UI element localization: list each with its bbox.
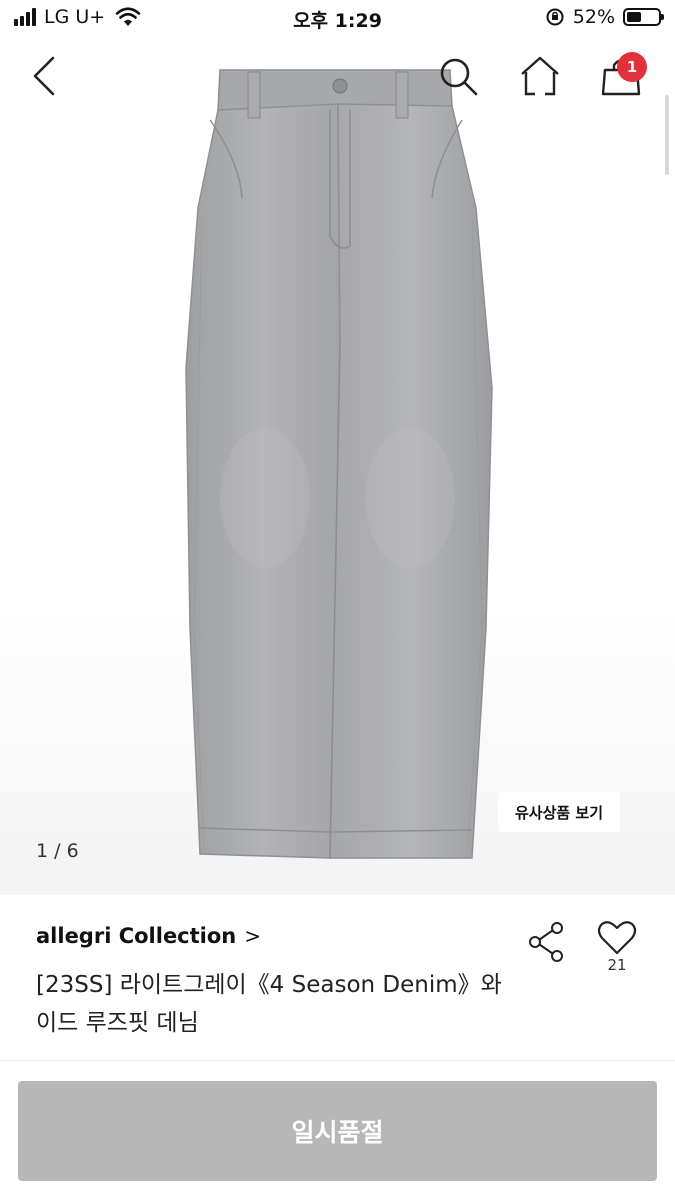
search-button[interactable] bbox=[436, 54, 480, 98]
scroll-indicator bbox=[665, 95, 669, 175]
product-title-line: [23SS] 라이트그레이《4 Season Denim》와 bbox=[36, 972, 502, 998]
product-image[interactable] bbox=[0, 0, 675, 895]
share-button[interactable] bbox=[526, 920, 568, 964]
brand-link[interactable]: allegri Collection > bbox=[36, 924, 261, 948]
chevron-right-icon: > bbox=[244, 924, 262, 948]
divider bbox=[0, 1060, 675, 1061]
home-button[interactable] bbox=[518, 54, 562, 98]
battery-icon bbox=[623, 8, 664, 26]
similar-products-button[interactable]: 유사상품 보기 bbox=[498, 792, 620, 832]
product-title: [23SS] 라이트그레이《4 Season Denim》와 이드 루즈핏 데님 bbox=[36, 966, 536, 1042]
bottom-action-bar: 일시품절 bbox=[0, 1064, 675, 1200]
back-icon bbox=[33, 56, 55, 96]
brand-name: allegri Collection bbox=[36, 924, 237, 948]
like-count: 21 bbox=[607, 956, 627, 974]
back-button[interactable] bbox=[22, 54, 66, 98]
heart-icon bbox=[597, 921, 637, 955]
battery-percent: 52% bbox=[572, 6, 615, 28]
cart-count-badge: 1 bbox=[617, 52, 647, 82]
orientation-lock-icon bbox=[546, 8, 564, 26]
cart-button[interactable]: 1 bbox=[599, 52, 647, 98]
product-title-line: 이드 루즈핏 데님 bbox=[36, 1010, 199, 1036]
share-icon bbox=[529, 922, 563, 962]
search-icon bbox=[440, 58, 478, 96]
home-icon bbox=[521, 56, 559, 96]
status-bar: LG U+ 오후 1:29 52% bbox=[0, 0, 675, 40]
product-photo-denim-pants bbox=[185, 69, 493, 859]
like-button[interactable]: 21 bbox=[594, 920, 640, 980]
soldout-button[interactable]: 일시품절 bbox=[18, 1081, 657, 1181]
image-counter: 1 / 6 bbox=[36, 840, 79, 862]
